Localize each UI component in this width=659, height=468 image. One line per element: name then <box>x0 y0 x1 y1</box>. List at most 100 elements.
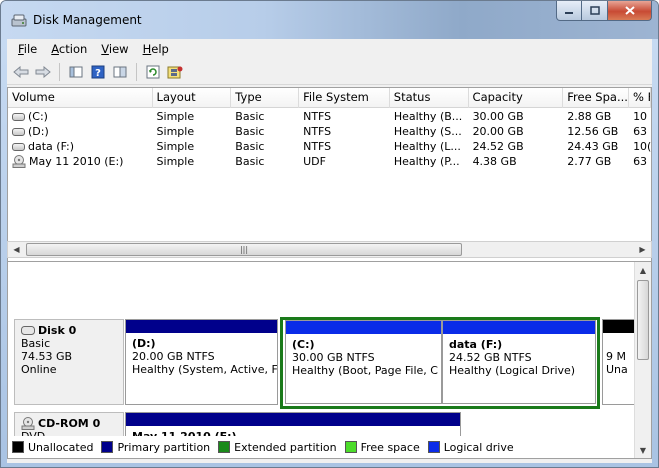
volume-rows: (C:) Simple Basic NTFS Healthy (B... 30.… <box>8 109 651 169</box>
partition-c-size: 30.00 GB NTFS <box>292 351 375 364</box>
minimize-button[interactable] <box>556 1 582 21</box>
maximize-button[interactable] <box>582 1 608 21</box>
menu-file[interactable]: File <box>11 42 44 56</box>
legend-swatch <box>344 441 357 453</box>
partition-c[interactable]: (C:) 30.00 GB NTFS Healthy (Boot, Page F… <box>285 320 442 404</box>
status-cell: Healthy (S... <box>393 125 462 138</box>
disk-0-state: Online <box>21 363 57 376</box>
column-header-percent-free[interactable]: % F <box>629 88 651 108</box>
disk-0-size: 74.53 GB <box>21 350 73 363</box>
free-space-cell: 2.77 GB <box>567 155 612 168</box>
percent-free-cell: 10 <box>633 110 648 123</box>
legend-item: Logical drive <box>427 440 514 454</box>
file-system-cell: UDF <box>303 155 326 168</box>
toolbar-separator <box>59 62 60 81</box>
maximize-icon <box>589 6 600 15</box>
primary-partition-bar <box>126 320 277 333</box>
partition-f[interactable]: data (F:) 24.52 GB NTFS Healthy (Logical… <box>442 320 596 404</box>
column-header-status[interactable]: Status <box>390 88 469 108</box>
percent-free-cell: 63 <box>633 125 648 138</box>
legend-label: Free space <box>360 440 420 454</box>
column-header-volume[interactable]: Volume <box>8 88 153 108</box>
layout-cell: Simple <box>156 110 195 123</box>
scroll-left-button[interactable]: ◀ <box>8 242 25 257</box>
menu-action[interactable]: Action <box>44 42 94 56</box>
disk-0-name: Disk 0 <box>38 324 77 337</box>
legend-label: Primary partition <box>117 440 211 454</box>
table-row[interactable]: (D:) Simple Basic NTFS Healthy (S... 20.… <box>8 124 651 139</box>
legend-label: Extended partition <box>234 440 337 454</box>
console-tree-button[interactable] <box>66 62 86 82</box>
cdrom-0-name: CD-ROM 0 <box>38 417 101 430</box>
properties-button[interactable] <box>110 62 130 82</box>
column-header-free-space[interactable]: Free Spa... <box>563 88 630 108</box>
disk-icon <box>21 326 35 335</box>
forward-button[interactable] <box>33 62 53 82</box>
partition-d-name: (D:) <box>132 337 156 350</box>
help-button[interactable]: ? <box>88 62 108 82</box>
column-header-file-system[interactable]: File System <box>299 88 390 108</box>
disk-pane-vertical-scrollbar[interactable]: ▲ ▼ <box>634 262 651 458</box>
disk-0-name-row: Disk 0 <box>21 324 117 337</box>
menu-help[interactable]: Help <box>136 42 176 56</box>
table-row[interactable]: (C:) Simple Basic NTFS Healthy (B... 30.… <box>8 109 651 124</box>
partition-d[interactable]: (D:) 20.00 GB NTFS Healthy (System, Acti… <box>125 319 278 405</box>
table-row[interactable]: May 11 2010 (E:) Simple Basic UDF Health… <box>8 154 651 169</box>
window-controls <box>556 1 652 21</box>
unallocated-text: 9 M Una <box>603 333 635 380</box>
column-header-type[interactable]: Type <box>231 88 300 108</box>
window-title: Disk Management <box>33 13 142 27</box>
column-header-capacity[interactable]: Capacity <box>469 88 564 108</box>
properties-icon <box>113 66 127 77</box>
volume-cell: (C:) <box>8 109 153 124</box>
close-button[interactable] <box>608 1 652 21</box>
logical-drive-bar <box>286 321 441 334</box>
status-cell: Healthy (B... <box>393 110 463 123</box>
partition-f-size: 24.52 GB NTFS <box>449 351 532 364</box>
column-header-layout[interactable]: Layout <box>153 88 232 108</box>
status-bar <box>7 459 652 463</box>
close-icon <box>624 6 635 15</box>
status-cell: Healthy (L... <box>393 140 461 153</box>
capacity-cell: 20.00 GB <box>472 125 524 138</box>
file-system-cell: NTFS <box>303 140 332 153</box>
volume-name: data (F:) <box>28 140 75 153</box>
legend-swatch <box>427 441 440 453</box>
back-icon <box>13 65 29 78</box>
layout-cell: Simple <box>156 140 195 153</box>
scroll-down-button[interactable]: ▼ <box>635 442 651 458</box>
volume-cell: (D:) <box>8 124 153 139</box>
unallocated-space[interactable]: 9 M Una <box>602 319 636 405</box>
scroll-thumb[interactable]: ||| <box>26 243 462 256</box>
legend-swatch <box>12 441 24 453</box>
disk-layout-pane[interactable]: Disk 0 Basic 74.53 GB Online (D:) 20.00 … <box>7 261 652 459</box>
disk-0-type: Basic <box>21 337 51 350</box>
scroll-up-button[interactable]: ▲ <box>635 262 651 278</box>
volume-list-header: Volume Layout Type File System Status Ca… <box>8 88 651 108</box>
type-cell: Basic <box>235 155 265 168</box>
partition-c-status: Healthy (Boot, Page File, C <box>292 364 438 377</box>
back-button[interactable] <box>11 62 31 82</box>
drive-icon <box>12 127 25 136</box>
rescan-disks-button[interactable] <box>165 62 185 82</box>
legend-label: Logical drive <box>443 440 514 454</box>
partition-c-name: (C:) <box>292 338 315 351</box>
refresh-button[interactable] <box>143 62 163 82</box>
scroll-thumb[interactable] <box>637 280 649 360</box>
logical-drive-bar <box>443 321 595 334</box>
cdrom-icon <box>21 417 35 430</box>
volume-cell: May 11 2010 (E:) <box>8 154 153 169</box>
volume-list-horizontal-scrollbar[interactable]: ◀ ||| ▶ <box>7 241 652 258</box>
menu-view[interactable]: View <box>94 42 135 56</box>
table-row[interactable]: data (F:) Simple Basic NTFS Healthy (L..… <box>8 139 651 154</box>
scroll-right-button[interactable]: ▶ <box>634 242 651 257</box>
disk-0-label[interactable]: Disk 0 Basic 74.53 GB Online <box>14 319 124 405</box>
type-cell: Basic <box>235 125 265 138</box>
volume-name: (D:) <box>28 125 49 138</box>
disk-management-icon <box>11 14 27 27</box>
legend-swatch <box>218 441 231 453</box>
volume-name: May 11 2010 (E:) <box>29 155 124 168</box>
forward-icon <box>35 65 51 78</box>
percent-free-cell: 10( <box>633 140 651 153</box>
title-bar[interactable]: Disk Management <box>1 1 658 39</box>
